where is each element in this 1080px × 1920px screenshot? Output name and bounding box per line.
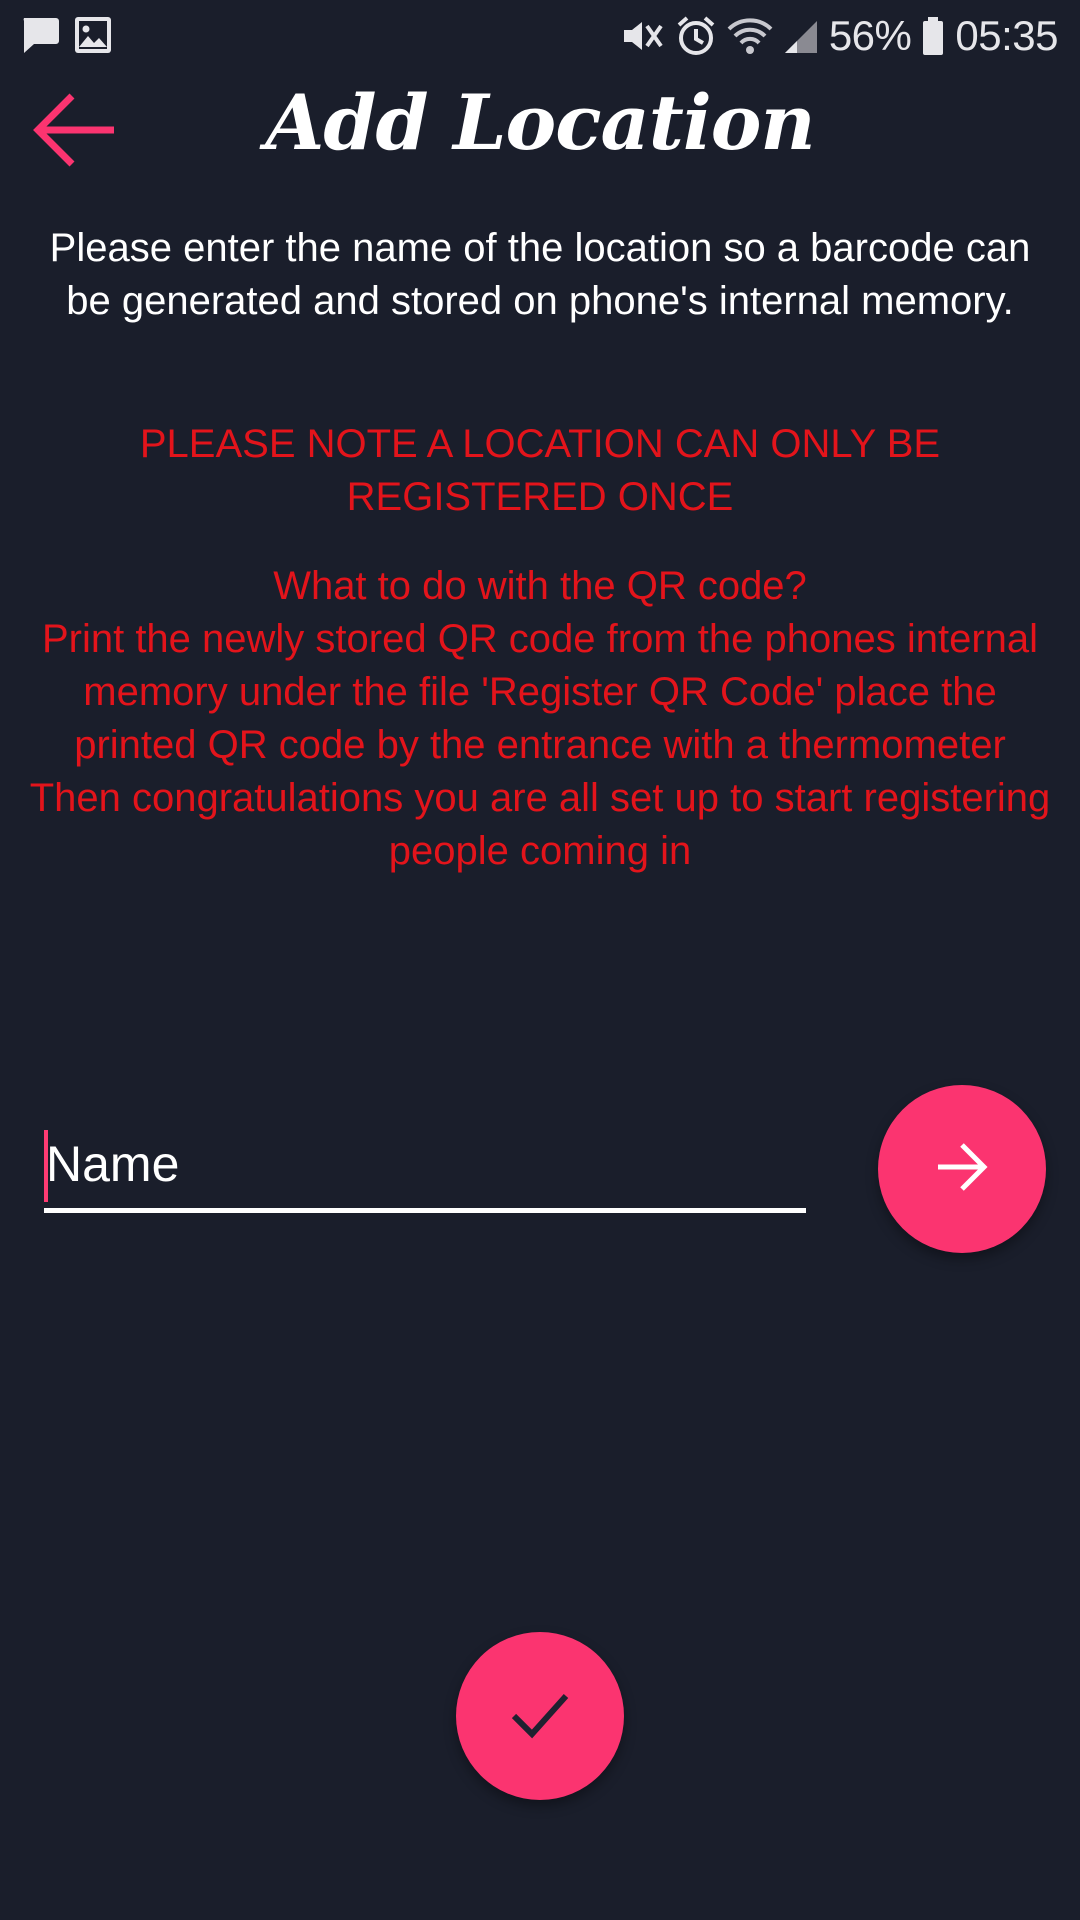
mute-icon bbox=[621, 16, 665, 56]
qr-help-line2: Then congratulations you are all set up … bbox=[29, 776, 1051, 873]
clock: 05:35 bbox=[955, 12, 1058, 59]
next-button[interactable] bbox=[878, 1085, 1046, 1253]
image-icon bbox=[74, 16, 112, 54]
alarm-icon bbox=[675, 15, 717, 57]
page-title: Add Location bbox=[265, 78, 815, 167]
qr-help: What to do with the QR code? Print the n… bbox=[24, 560, 1056, 878]
name-input-underline bbox=[44, 1208, 806, 1213]
status-bar: 56% 05:35 bbox=[0, 0, 1080, 72]
battery-icon bbox=[921, 16, 945, 56]
qr-help-line1: Print the newly stored QR code from the … bbox=[41, 617, 1039, 767]
name-input[interactable] bbox=[46, 1126, 796, 1202]
warning-text: PLEASE NOTE A LOCATION CAN ONLY BE REGIS… bbox=[139, 422, 941, 519]
wifi-icon bbox=[727, 17, 773, 55]
intro-text: Please enter the name of the location so… bbox=[49, 226, 1031, 323]
signal-icon bbox=[783, 17, 819, 55]
check-icon bbox=[508, 1688, 572, 1745]
name-field[interactable] bbox=[44, 1120, 806, 1213]
arrow-right-icon bbox=[934, 1141, 990, 1198]
confirm-button[interactable] bbox=[456, 1632, 624, 1800]
battery-percent: 56% bbox=[828, 12, 912, 59]
qr-help-heading: What to do with the QR code? bbox=[273, 564, 807, 608]
message-icon bbox=[20, 16, 60, 54]
